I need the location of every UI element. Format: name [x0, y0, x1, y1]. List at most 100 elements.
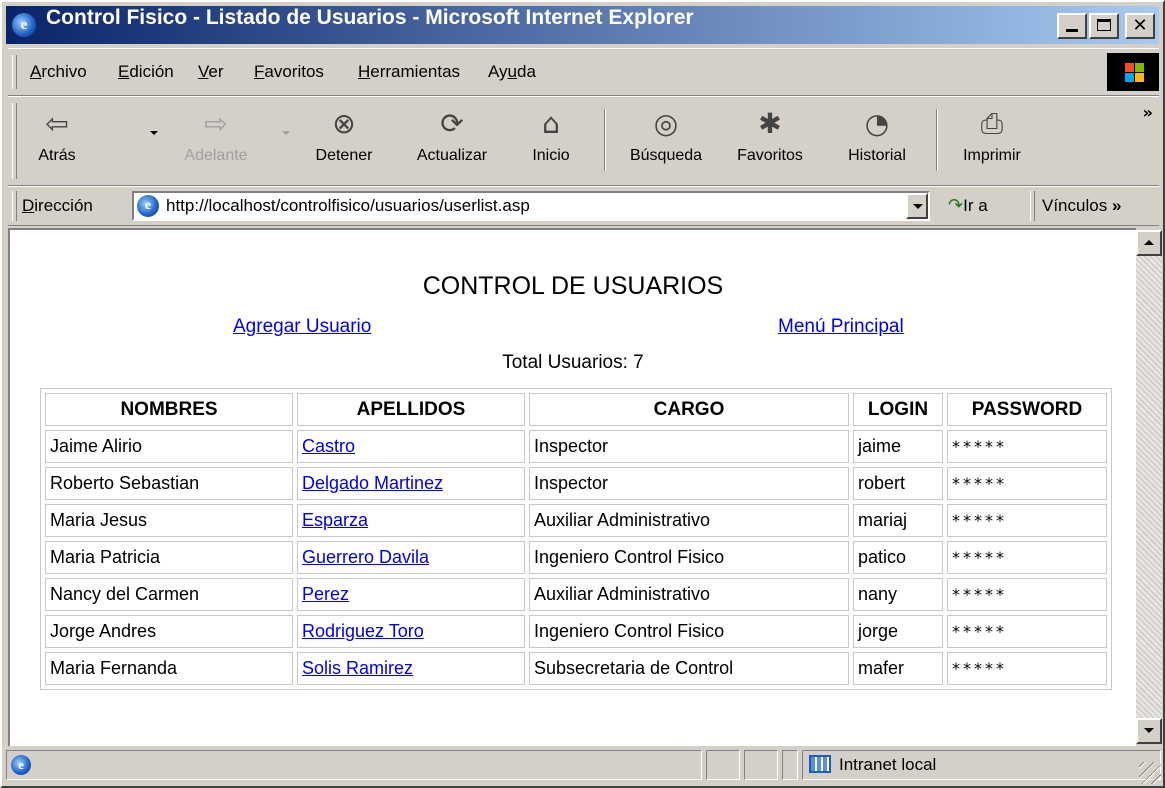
search-label: Búsqueda: [629, 147, 703, 164]
cell-cargo: Subsecretaria de Control: [534, 658, 734, 678]
page-ie-icon: e: [137, 195, 159, 217]
table-row: Maria Jesus Esparza Auxiliar Administrativ…: [45, 504, 1107, 537]
cell-password: *****: [952, 437, 1007, 456]
refresh-button[interactable]: ⟳ Actualizar: [400, 103, 504, 179]
cell-login: jaime: [858, 436, 902, 456]
toolbar-separator: [604, 109, 606, 171]
cell-apellidos-link[interactable]: Perez: [302, 584, 349, 604]
cell-login: mafer: [858, 658, 905, 678]
cell-nombres: Roberto Sebastian: [50, 473, 200, 493]
back-button[interactable]: ⇦ Atrás: [22, 103, 92, 179]
table-cell: Nancy del Carmen: [45, 578, 293, 611]
vertical-scrollbar[interactable]: [1136, 230, 1162, 744]
print-button[interactable]: ⎙ Imprimir: [952, 103, 1032, 179]
table-cell: Jaime Alirio: [45, 430, 293, 463]
address-input[interactable]: e http://localhost/controlfisico/usuario…: [132, 191, 930, 221]
header-login: LOGIN: [853, 393, 943, 426]
history-clock-icon: ◔: [864, 107, 890, 140]
table-cell: *****: [947, 652, 1107, 685]
cell-login: patico: [858, 547, 907, 567]
cell-apellidos-link[interactable]: Guerrero Davila: [302, 547, 429, 567]
home-button[interactable]: ⌂ Inicio: [516, 103, 586, 179]
toolbar-more-icon[interactable]: »: [1143, 103, 1153, 122]
cell-nombres: Nancy del Carmen: [50, 584, 200, 604]
menu-bar: Archivo Edición Ver Favoritos Herramient…: [8, 48, 1159, 96]
address-dropdown-button[interactable]: [906, 193, 928, 219]
go-label: Ir a: [963, 196, 988, 215]
table-cell: Maria Fernanda: [45, 652, 293, 685]
forward-arrow-icon: ⇨: [204, 107, 228, 140]
status-message-panel: e: [6, 750, 702, 780]
home-label: Inicio: [532, 147, 570, 164]
links-button[interactable]: Vínculos »: [1042, 187, 1121, 225]
title-bar[interactable]: e Control Fisico - Listado de Usuarios -…: [6, 6, 1159, 44]
search-icon: ◎: [653, 107, 679, 140]
go-button[interactable]: ↷Ir a: [948, 191, 988, 221]
cell-cargo: Inspector: [534, 436, 609, 456]
history-label: Historial: [848, 147, 906, 164]
cell-password: *****: [952, 548, 1007, 567]
windows-logo-icon: [1107, 53, 1159, 91]
toolbar-grip[interactable]: [12, 103, 17, 179]
table-cell: Perez: [297, 578, 525, 611]
table-cell: mariaj: [853, 504, 943, 537]
menu-herramientas[interactable]: Herramientas: [358, 49, 460, 95]
table-cell: Auxiliar Administrativo: [529, 578, 849, 611]
intranet-zone-icon: [809, 755, 831, 773]
cell-cargo: Auxiliar Administrativo: [534, 584, 711, 604]
cell-login: jorge: [858, 621, 899, 641]
table-cell: Inspector: [529, 467, 849, 500]
table-cell: *****: [947, 541, 1107, 574]
table-cell: Roberto Sebastian: [45, 467, 293, 500]
page-content: CONTROL DE USUARIOS Agregar Usuario Menú…: [8, 228, 1136, 746]
forward-dropdown-icon[interactable]: [282, 131, 290, 135]
menu-archivo[interactable]: Archivo: [30, 49, 87, 95]
menu-bar-grip[interactable]: [12, 55, 17, 89]
scroll-up-button[interactable]: [1136, 230, 1162, 256]
refresh-label: Actualizar: [416, 147, 488, 164]
table-cell: Auxiliar Administrativo: [529, 504, 849, 537]
stop-button[interactable]: ⊗ Detener: [304, 103, 384, 179]
menu-ayuda[interactable]: Ayuda: [488, 49, 536, 95]
scroll-down-button[interactable]: [1136, 718, 1162, 744]
maximize-button[interactable]: [1089, 13, 1119, 39]
home-icon: ⌂: [542, 107, 560, 140]
back-arrow-icon: ⇦: [45, 107, 69, 140]
security-zone-panel[interactable]: Intranet local: [802, 750, 1161, 780]
print-label: Imprimir: [963, 147, 1021, 164]
close-button[interactable]: ✕: [1125, 13, 1155, 39]
cell-cargo: Inspector: [534, 473, 609, 493]
cell-apellidos-link[interactable]: Esparza: [302, 510, 368, 530]
menu-edicion[interactable]: Edición: [118, 49, 174, 95]
history-button[interactable]: ◔ Historial: [834, 103, 920, 179]
search-button[interactable]: ◎ Búsqueda: [614, 103, 718, 179]
add-user-link[interactable]: Agregar Usuario: [233, 316, 371, 338]
cell-apellidos-link[interactable]: Castro: [302, 436, 355, 456]
back-label: Atrás: [38, 147, 76, 164]
table-cell: robert: [853, 467, 943, 500]
table-cell: Maria Patricia: [45, 541, 293, 574]
table-cell: Subsecretaria de Control: [529, 652, 849, 685]
header-password: PASSWORD: [947, 393, 1107, 426]
internet-explorer-icon[interactable]: e: [12, 13, 36, 37]
forward-button[interactable]: ⇨ Adelante: [166, 103, 266, 179]
cell-apellidos-link[interactable]: Delgado Martinez: [302, 473, 443, 493]
cell-apellidos-link[interactable]: Solis Ramirez: [302, 658, 413, 678]
address-grip[interactable]: [12, 191, 17, 221]
table-cell: Jorge Andres: [45, 615, 293, 648]
main-menu-link[interactable]: Menú Principal: [778, 316, 904, 338]
cell-cargo: Ingeniero Control Fisico: [534, 621, 725, 641]
cell-apellidos-link[interactable]: Rodriguez Toro: [302, 621, 424, 641]
address-url[interactable]: http://localhost/controlfisico/usuarios/…: [166, 193, 530, 219]
table-cell: jorge: [853, 615, 943, 648]
menu-favoritos[interactable]: Favoritos: [254, 49, 324, 95]
table-cell: Ingeniero Control Fisico: [529, 615, 849, 648]
favorites-button[interactable]: ✱ Favoritos: [724, 103, 816, 179]
resize-grip[interactable]: [1139, 762, 1161, 784]
menu-ver[interactable]: Ver: [198, 49, 224, 95]
links-grip[interactable]: [1030, 191, 1035, 221]
minimize-button[interactable]: [1057, 13, 1087, 39]
table-row: Nancy del Carmen Perez Auxiliar Administra…: [45, 578, 1107, 611]
back-dropdown-icon[interactable]: [150, 131, 158, 135]
table-row: Jorge Andres Rodriguez Toro Ingeniero Cont…: [45, 615, 1107, 648]
